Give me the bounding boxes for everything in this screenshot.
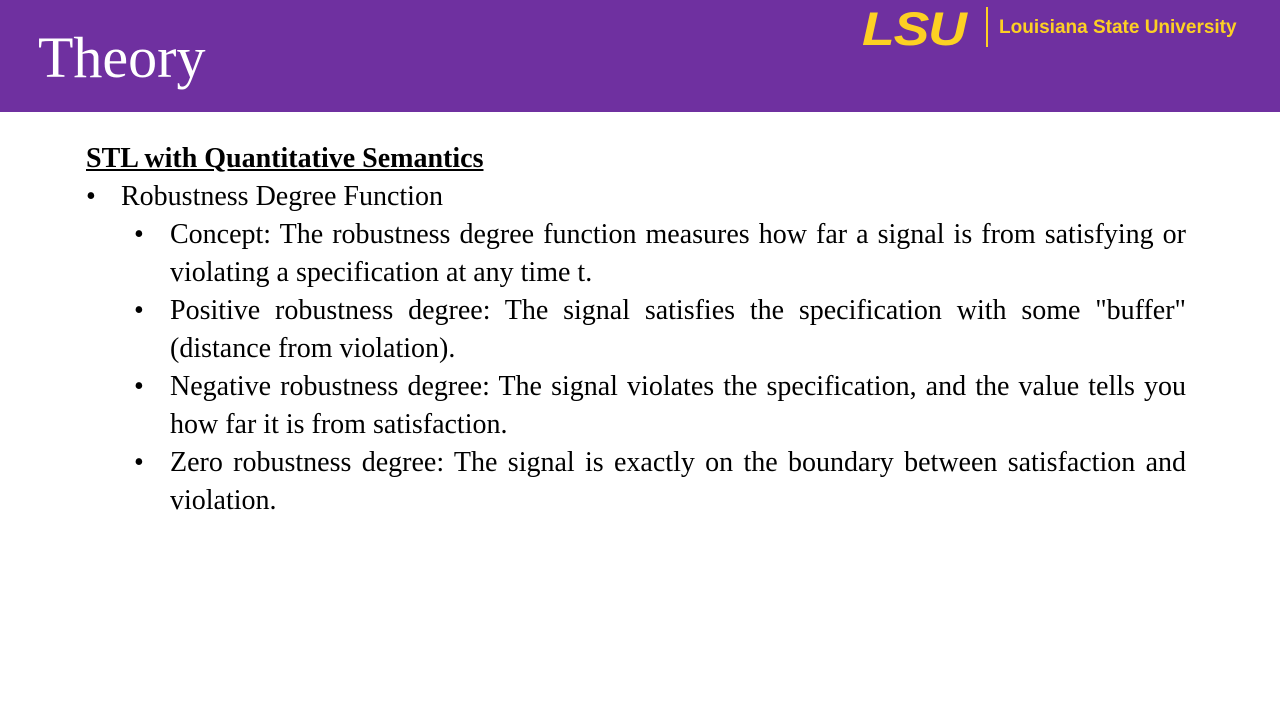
- logo-divider: [986, 7, 988, 47]
- sub-list-item: • Negative robustness degree: The signal…: [121, 368, 1186, 444]
- lsu-wordmark: LSU: [862, 2, 967, 55]
- sub-list-item: • Zero robustness degree: The signal is …: [121, 444, 1186, 520]
- sub-list-item: • Positive robustness degree: The signal…: [121, 292, 1186, 368]
- title-banner: Theory LSU Louisiana State University: [0, 0, 1280, 112]
- sub-bullet-list: • Concept: The robustness degree functio…: [121, 216, 1186, 520]
- bullet-icon: •: [134, 371, 144, 402]
- university-logo: LSU Louisiana State University: [862, 2, 1272, 55]
- bullet-icon: •: [134, 219, 144, 250]
- sub-list-item-text: Negative robustness degree: The signal v…: [170, 371, 1186, 440]
- bullet-icon: •: [86, 181, 96, 212]
- slide-title: Theory: [38, 25, 206, 90]
- list-item-label: Robustness Degree Function: [121, 181, 443, 212]
- bullet-icon: •: [134, 447, 144, 478]
- sub-list-item: • Concept: The robustness degree functio…: [121, 216, 1186, 292]
- slide-body: STL with Quantitative Semantics • Robust…: [86, 140, 1186, 520]
- bullet-icon: •: [134, 295, 144, 326]
- bullet-list: • Robustness Degree Function • Concept: …: [86, 178, 1186, 520]
- sub-list-item-text: Zero robustness degree: The signal is ex…: [170, 447, 1186, 516]
- list-item: • Robustness Degree Function • Concept: …: [86, 178, 1186, 520]
- sub-list-item-text: Positive robustness degree: The signal s…: [170, 295, 1186, 364]
- section-heading: STL with Quantitative Semantics: [86, 143, 484, 174]
- university-name: Louisiana State University: [999, 17, 1237, 38]
- sub-list-item-text: Concept: The robustness degree function …: [170, 219, 1186, 288]
